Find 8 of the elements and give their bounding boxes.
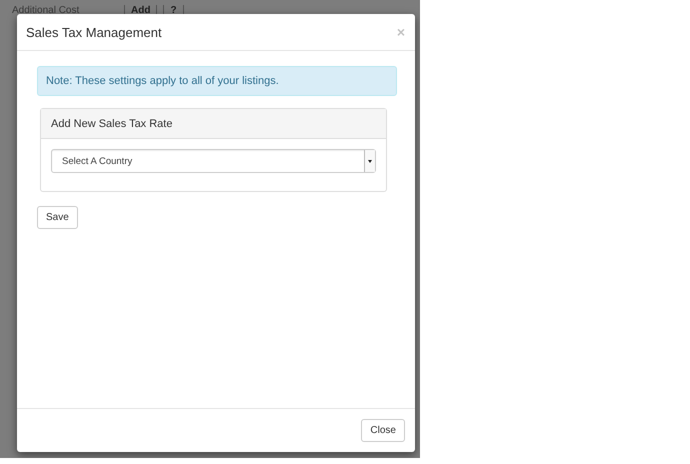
caret-icon <box>364 150 375 172</box>
country-select[interactable]: Select A Country <box>51 149 376 173</box>
close-button[interactable]: Close <box>361 419 405 442</box>
cost-label: Additional Cost <box>12 4 80 16</box>
panel-heading: Add New Sales Tax Rate <box>41 109 386 139</box>
info-note: Note: These settings apply to all of your listings. <box>37 66 397 96</box>
save-button[interactable]: Save <box>37 206 78 229</box>
modal-title: Sales Tax Management <box>26 24 162 40</box>
